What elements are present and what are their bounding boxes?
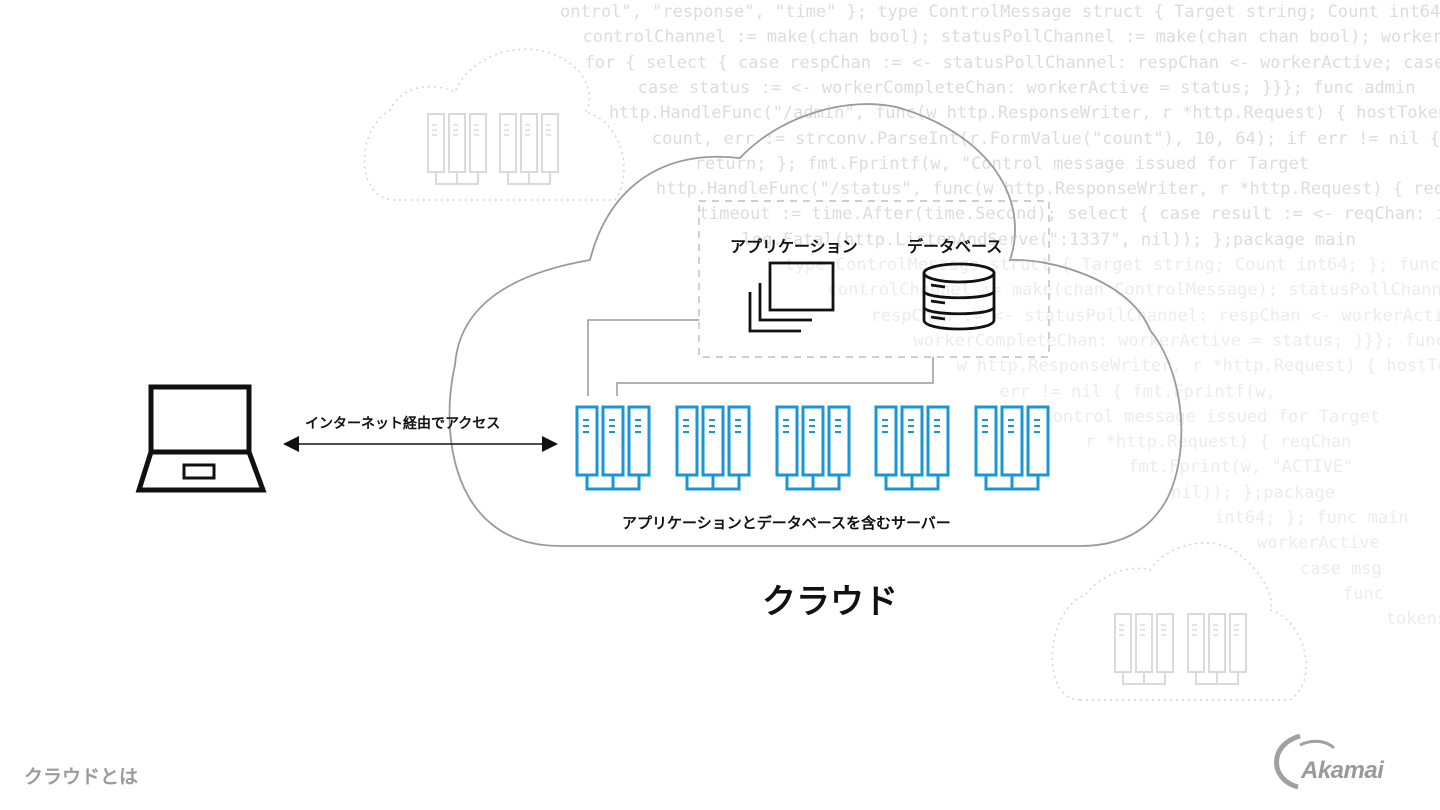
server-rack-icon [974, 405, 1050, 491]
server-rack-icon [675, 405, 751, 491]
database-cylinder-icon [922, 262, 996, 331]
application-label: アプリケーション [730, 237, 858, 256]
servers-label: アプリケーションとデータベースを含むサーバー [622, 514, 951, 532]
server-rack-icon [775, 405, 851, 491]
app-db-container [698, 200, 1050, 358]
database-label: データベース [907, 237, 1003, 256]
faded-server-group [1114, 613, 1174, 685]
faded-server-group [1187, 613, 1247, 685]
faded-server-group [427, 113, 487, 185]
internet-access-label: インターネット経由でアクセス [305, 416, 501, 432]
server-rack-icon [575, 405, 651, 491]
slide: ontrol", "response", "time" }; type Cont… [0, 0, 1440, 810]
double-arrow-icon [283, 436, 558, 452]
stacked-windows-icon [748, 261, 835, 333]
connector-line-db [616, 357, 934, 396]
diagram-canvas [135, 48, 1336, 790]
server-cluster [575, 405, 1050, 491]
faded-cloud-top [363, 48, 625, 201]
akamai-logo-text: Akamai [1301, 757, 1384, 784]
page-title: クラウドとは [24, 766, 139, 788]
main-cloud-outline [448, 103, 1183, 547]
server-rack-icon [874, 405, 950, 491]
cloud-title: クラウド [762, 582, 898, 622]
faded-server-group [499, 113, 559, 185]
laptop-icon [135, 384, 267, 493]
connector-line-app [587, 319, 699, 396]
